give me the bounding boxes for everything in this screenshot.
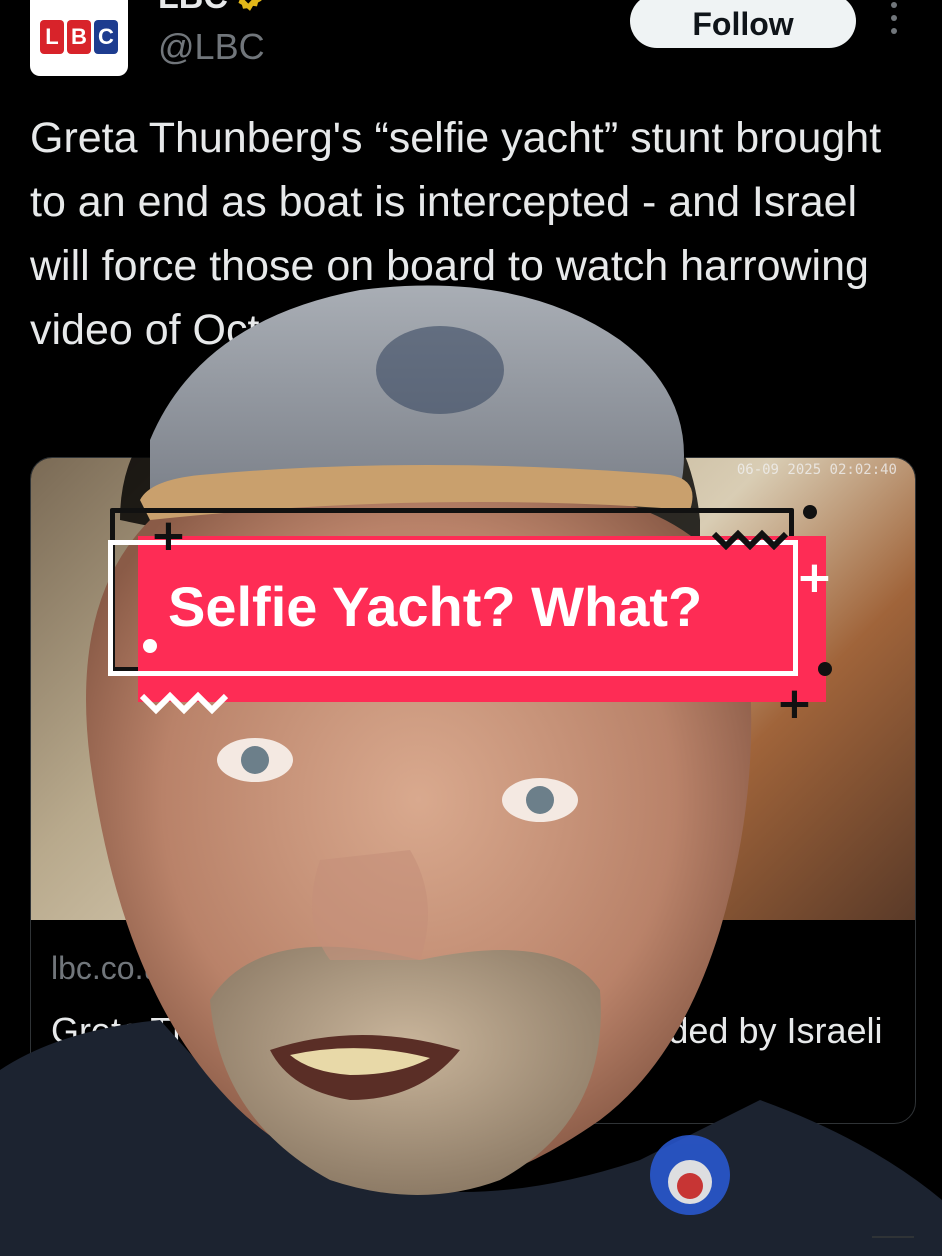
decor-zigzag-icon (140, 691, 229, 715)
caption-text: Selfie Yacht? What? (168, 575, 703, 638)
decor-dot-icon (818, 662, 832, 676)
divider (872, 1236, 914, 1238)
decor-plus-icon: + (776, 678, 813, 729)
decor-plus-icon: + (150, 510, 187, 561)
decor-zigzag-icon (712, 529, 789, 550)
decor-dot-icon (803, 505, 817, 519)
decor-dot-icon (143, 639, 157, 653)
decor-plus-icon: + (796, 552, 833, 603)
